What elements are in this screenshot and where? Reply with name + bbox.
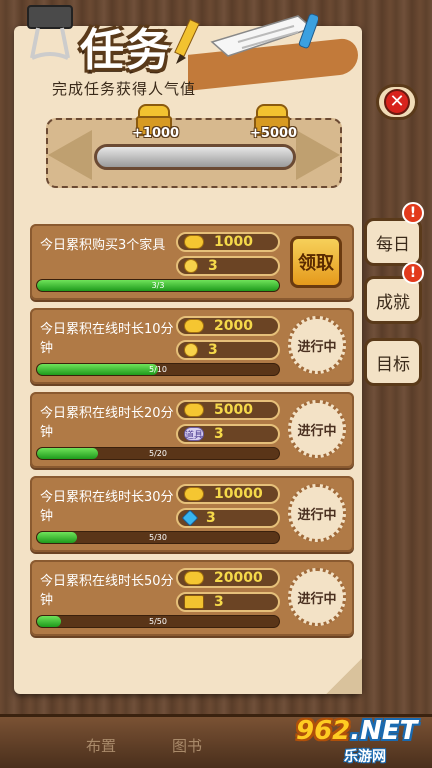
milestone-label: +1000 <box>132 126 180 141</box>
coin-icon <box>184 403 204 417</box>
coin-amount: 10000 <box>214 486 263 502</box>
coin-amount: 2000 <box>214 318 253 334</box>
pencil-icon <box>174 18 200 64</box>
coin-icon <box>184 487 204 501</box>
in-progress-stamp: 进行中 <box>288 316 346 374</box>
title-banner: 任务 <box>58 8 358 91</box>
item-amount: 3 <box>208 342 218 358</box>
task-row: 今日累积在线时长30分钟 10000 3 5/30 进行中 <box>30 476 354 552</box>
coin-reward: 20000 <box>176 568 280 588</box>
crown-icon <box>184 595 204 609</box>
nav-decorate[interactable]: 布置 <box>86 735 116 756</box>
page-title: 任务 <box>80 25 172 76</box>
binder-clip-icon <box>27 5 73 60</box>
ticket-icon: 道具 <box>184 427 204 441</box>
item-amount: 3 <box>206 510 216 526</box>
task-progress: 5/20 <box>36 447 280 460</box>
item-reward: 3 <box>176 256 280 276</box>
coin-amount: 5000 <box>214 402 253 418</box>
page-subtitle: 完成任务获得人气值 <box>52 80 197 98</box>
item-reward: 3 <box>176 592 280 612</box>
scroll-paper-icon <box>210 13 318 57</box>
coin-amount: 1000 <box>214 234 253 250</box>
page-curl <box>326 658 362 694</box>
coin-reward: 2000 <box>176 316 280 336</box>
task-description: 今日累积购买3个家具 <box>40 238 166 253</box>
task-row: 今日累积在线时长20分钟 5000 道具 3 5/20 进行中 <box>30 392 354 468</box>
watermark-title: 962.NET <box>296 716 418 746</box>
task-progress-text: 5/20 <box>149 449 167 458</box>
item-reward: 3 <box>176 508 280 528</box>
close-icon: ✕ <box>384 89 410 115</box>
watermark-logo: 962.NET 乐游网 <box>296 716 426 765</box>
item-amount: 3 <box>214 594 224 610</box>
tab-label: 每日 <box>376 234 410 255</box>
tab-goals[interactable]: 目标 <box>364 338 422 386</box>
item-reward: 道具 3 <box>176 424 280 444</box>
task-progress-text: 5/10 <box>149 365 167 374</box>
in-progress-stamp: 进行中 <box>288 568 346 626</box>
task-description: 今日累积在线时长10分钟 <box>40 322 174 356</box>
task-progress-text: 5/30 <box>149 533 167 542</box>
milestone-label: +5000 <box>250 126 298 141</box>
task-progress-text: 3/3 <box>151 281 165 290</box>
task-progress: 5/30 <box>36 531 280 544</box>
right-wing <box>296 130 340 180</box>
coin-reward: 10000 <box>176 484 280 504</box>
diamond-icon <box>181 509 199 527</box>
coin-reward: 1000 <box>176 232 280 252</box>
alert-badge: ! <box>402 262 424 284</box>
watermark-subtitle: 乐游网 <box>344 749 386 765</box>
coin-icon <box>184 571 204 585</box>
coin-icon <box>184 235 204 249</box>
in-progress-stamp: 进行中 <box>288 400 346 458</box>
tab-label: 成就 <box>376 292 410 313</box>
alert-badge: ! <box>402 202 424 224</box>
coin-icon <box>184 319 204 333</box>
task-description: 今日累积在线时长20分钟 <box>40 406 174 440</box>
popularity-bar <box>94 144 296 170</box>
close-button[interactable]: ✕ <box>376 84 418 120</box>
task-progress: 3/3 <box>36 279 280 292</box>
item-reward: 3 <box>176 340 280 360</box>
coin-amount: 20000 <box>214 570 263 586</box>
popularity-progress <box>46 118 342 188</box>
task-progress: 5/10 <box>36 363 280 376</box>
tab-daily[interactable]: 每日 <box>364 218 422 266</box>
coin-reward: 5000 <box>176 400 280 420</box>
task-progress: 5/50 <box>36 615 280 628</box>
task-row: 今日累积在线时长10分钟 2000 3 5/10 进行中 <box>30 308 354 384</box>
task-description: 今日累积在线时长50分钟 <box>40 574 174 608</box>
tab-label: 目标 <box>376 354 410 375</box>
nav-catalog[interactable]: 图书 <box>172 735 202 756</box>
in-progress-stamp: 进行中 <box>288 484 346 542</box>
item-amount: 3 <box>214 426 224 442</box>
task-progress-text: 5/50 <box>149 617 167 626</box>
task-row: 今日累积在线时长50分钟 20000 3 5/50 进行中 <box>30 560 354 636</box>
item-amount: 3 <box>208 258 218 274</box>
task-row: 今日累积购买3个家具 1000 3 3/3 领取 <box>30 224 354 300</box>
claim-button[interactable]: 领取 <box>290 236 342 288</box>
bulb-icon <box>184 343 198 357</box>
task-description: 今日累积在线时长30分钟 <box>40 490 174 524</box>
bulb-icon <box>184 259 198 273</box>
left-wing <box>48 130 92 180</box>
